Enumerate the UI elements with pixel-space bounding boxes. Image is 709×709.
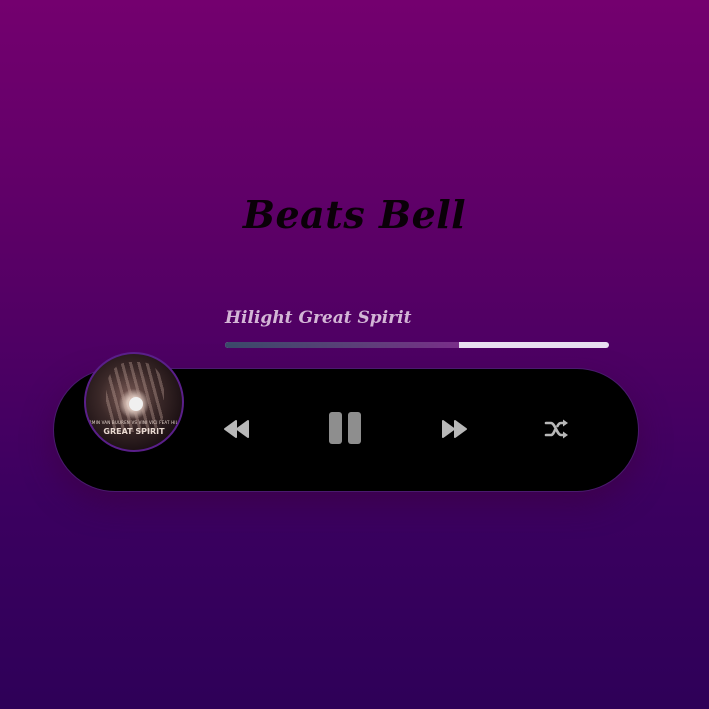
album-art-credits: ARMIN VAN BUUREN VS VINI VICI FEAT HILIG… — [86, 420, 183, 425]
shuffle-icon — [544, 419, 568, 439]
disc-center-hole — [129, 397, 143, 411]
pause-button[interactable] — [326, 409, 364, 447]
album-art-title: GREAT SPIRIT — [103, 427, 165, 436]
shuffle-button[interactable] — [543, 416, 571, 442]
progress-bar[interactable] — [225, 342, 609, 348]
rewind-icon — [224, 420, 249, 438]
next-button[interactable] — [439, 416, 469, 442]
album-art-disc: ARMIN VAN BUUREN VS VINI VICI FEAT HILIG… — [84, 352, 184, 452]
track-title: Hilight Great Spirit — [225, 308, 412, 328]
app-title: Beats Bell — [242, 192, 467, 237]
previous-button[interactable] — [222, 416, 252, 442]
progress-fill — [225, 342, 460, 348]
fast-forward-icon — [442, 420, 467, 438]
pause-icon — [329, 412, 361, 444]
